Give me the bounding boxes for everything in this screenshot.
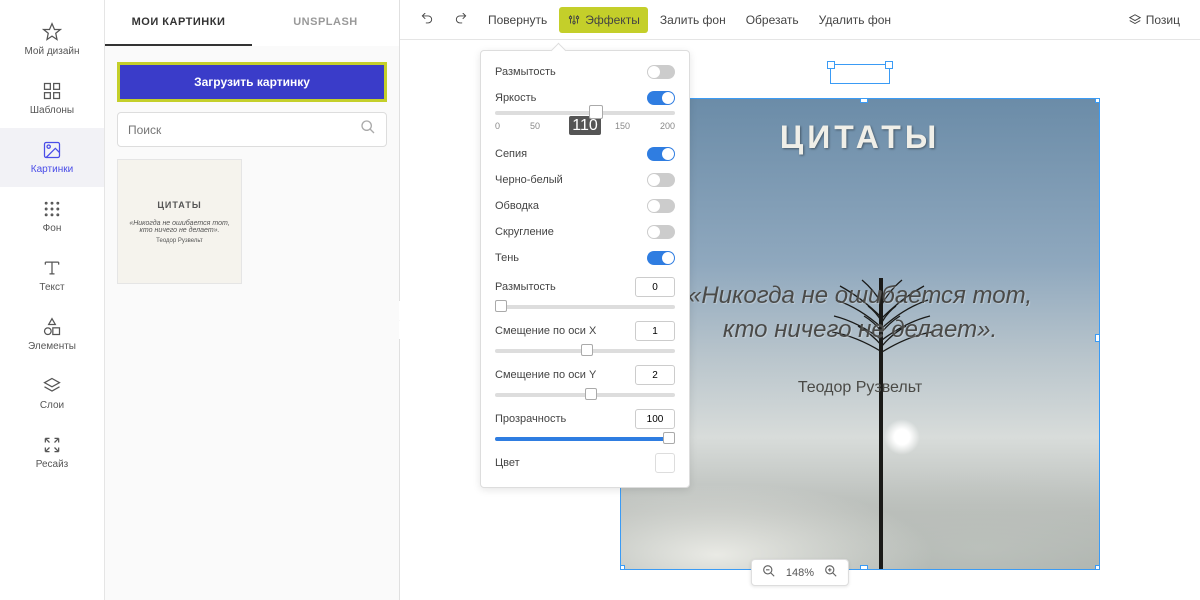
fx-color-label: Цвет [495, 457, 520, 469]
blur-toggle[interactable] [647, 65, 675, 79]
resize-handle[interactable] [860, 565, 868, 570]
upload-image-button[interactable]: Загрузить картинку [117, 62, 387, 102]
sidebar-item-label: Текст [39, 282, 64, 293]
sidebar-item-label: Фон [43, 223, 62, 234]
thumb-author: Теодор Рузвельт [156, 238, 203, 244]
tab-unsplash[interactable]: UNSPLASH [252, 0, 399, 46]
image-title: ЦИТАТЫ [621, 119, 1099, 156]
resize-icon [42, 435, 62, 455]
effects-button[interactable]: Эффекты [559, 7, 648, 33]
fx-bw-label: Черно-белый [495, 174, 563, 186]
resize-handle[interactable] [620, 565, 625, 570]
templates-icon [42, 81, 62, 101]
sidebar-item-background[interactable]: Фон [0, 187, 104, 246]
zoom-value: 148% [786, 567, 814, 579]
image-quote: «Никогда не ошибается тот, кто ничего не… [621, 279, 1099, 346]
shadow-color-swatch[interactable] [655, 453, 675, 473]
sidebar-item-elements[interactable]: Элементы [0, 305, 104, 364]
canvas-area[interactable]: Размытость Яркость 0 50 100 150 200 110 … [400, 40, 1200, 600]
fx-shadow-blur-label: Размытость [495, 281, 556, 293]
fx-opacity-label: Прозрачность [495, 413, 566, 425]
sidebar-item-resize[interactable]: Ресайз [0, 423, 104, 482]
search-input[interactable] [128, 123, 360, 137]
sidebar-item-layers[interactable]: Слои [0, 364, 104, 423]
image-author: Теодор Рузвельт [621, 379, 1099, 397]
fx-rounding-label: Скругление [495, 226, 554, 238]
text-icon [42, 258, 62, 278]
selected-image[interactable]: ЦИТАТЫ «Никогда не ошибается тот, кто ни… [620, 98, 1100, 570]
star-icon [42, 22, 62, 42]
brightness-slider[interactable] [495, 111, 675, 115]
undo-button[interactable] [412, 7, 442, 33]
canvas: ЦИТАТЫ «Никогда не ошибается тот, кто ни… [620, 70, 1100, 570]
resize-handle[interactable] [1095, 98, 1100, 103]
sidebar-item-label: Элементы [28, 341, 76, 352]
brightness-toggle[interactable] [647, 91, 675, 105]
shadow-blur-input[interactable] [635, 277, 675, 297]
offset-x-input[interactable] [635, 321, 675, 341]
fx-stroke-label: Обводка [495, 200, 539, 212]
sepia-toggle[interactable] [647, 147, 675, 161]
sidebar-item-label: Слои [40, 400, 64, 411]
tabs: МОИ КАРТИНКИ UNSPLASH [105, 0, 399, 46]
toolbar: Повернуть Эффекты Залить фон Обрезать Уд… [400, 0, 1200, 40]
fx-sepia-label: Сепия [495, 148, 527, 160]
resize-handle[interactable] [1095, 334, 1100, 342]
rounding-toggle[interactable] [647, 225, 675, 239]
sidebar-item-templates[interactable]: Шаблоны [0, 69, 104, 128]
fx-offset-x-label: Смещение по оси X [495, 325, 596, 337]
sidebar-item-label: Мой дизайн [24, 46, 79, 57]
shapes-icon [42, 317, 62, 337]
grid-icon [42, 199, 62, 219]
image-icon [42, 140, 62, 160]
bw-toggle[interactable] [647, 173, 675, 187]
fill-background-button[interactable]: Залить фон [652, 7, 734, 33]
shadow-toggle[interactable] [647, 251, 675, 265]
sidebar-item-label: Ресайз [36, 459, 69, 470]
fx-blur-label: Размытость [495, 66, 556, 78]
zoom-in-button[interactable] [824, 564, 838, 581]
tab-my-images[interactable]: МОИ КАРТИНКИ [105, 0, 252, 46]
sliders-icon [567, 13, 581, 27]
resize-handle[interactable] [1095, 565, 1100, 570]
remove-background-button[interactable]: Удалить фон [811, 7, 899, 33]
thumb-title: ЦИТАТЫ [157, 200, 201, 210]
fx-brightness-label: Яркость [495, 92, 536, 104]
effects-panel: Размытость Яркость 0 50 100 150 200 110 … [480, 50, 690, 488]
stroke-toggle[interactable] [647, 199, 675, 213]
left-panel: МОИ КАРТИНКИ UNSPLASH Загрузить картинку… [105, 0, 400, 600]
redo-button[interactable] [446, 7, 476, 33]
selection-top-box [830, 64, 890, 84]
rotate-button[interactable]: Повернуть [480, 7, 555, 33]
search-box[interactable] [117, 112, 387, 147]
layers-icon [42, 376, 62, 396]
sidebar-item-label: Картинки [31, 164, 73, 175]
position-button[interactable]: Позиц [1120, 7, 1188, 33]
thumb-quote: «Никогда не ошибается тот, кто ничего не… [126, 220, 233, 234]
sidebar-item-my-design[interactable]: Мой дизайн [0, 10, 104, 69]
sidebar-item-text[interactable]: Текст [0, 246, 104, 305]
resize-handle[interactable] [860, 98, 868, 103]
opacity-input[interactable] [635, 409, 675, 429]
zoom-controls: 148% [751, 559, 849, 586]
fx-offset-y-label: Смещение по оси Y [495, 369, 596, 381]
sidebar-item-images[interactable]: Картинки [0, 128, 104, 187]
sidebar: Мой дизайн Шаблоны Картинки Фон Текст Эл… [0, 0, 105, 600]
fx-shadow-label: Тень [495, 252, 519, 264]
search-icon [360, 119, 376, 140]
layers-icon [1128, 13, 1142, 27]
sidebar-item-label: Шаблоны [30, 105, 74, 116]
crop-button[interactable]: Обрезать [738, 7, 807, 33]
image-thumbnail[interactable]: ЦИТАТЫ «Никогда не ошибается тот, кто ни… [117, 159, 242, 284]
zoom-out-button[interactable] [762, 564, 776, 581]
offset-y-input[interactable] [635, 365, 675, 385]
